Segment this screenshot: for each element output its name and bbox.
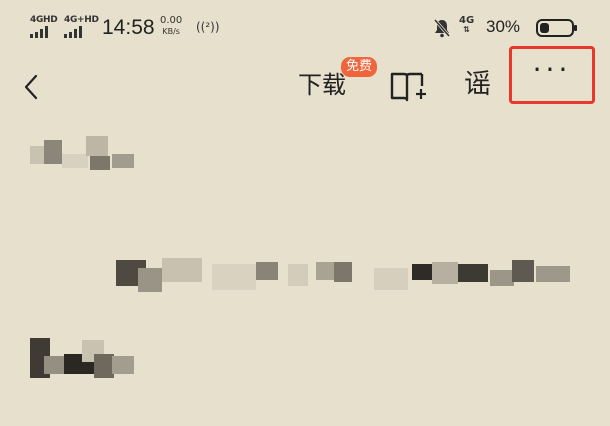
download-button[interactable]: 下载: [298, 68, 346, 102]
add-to-bookshelf-button[interactable]: [388, 68, 428, 108]
chevron-left-icon: [24, 74, 38, 100]
mobile-data-indicator: 4G ⇅: [459, 15, 474, 34]
hotspot-icon: ((²)): [196, 20, 220, 34]
free-badge: 免费: [341, 57, 378, 77]
signal-bars-icon: [30, 26, 48, 38]
signal-bars-icon: [64, 26, 82, 38]
more-options-button[interactable]: ···: [509, 46, 595, 104]
sim2-signal: 4G+HD: [64, 16, 99, 38]
status-time: 14:58: [102, 16, 155, 39]
net-speed-value: 0.00: [160, 15, 183, 26]
battery-percent: 30%: [486, 17, 521, 36]
sim2-label: 4G+HD: [64, 15, 99, 25]
rumor-check-button[interactable]: 谣: [464, 66, 491, 104]
obscured-text-line-1: [30, 136, 140, 176]
article-content: [0, 120, 610, 426]
obscured-text-line-2: [116, 248, 576, 296]
book-add-icon: [390, 72, 426, 102]
data-arrows-icon: ⇅: [463, 25, 470, 34]
net-speed: 0.00 KB/s: [160, 16, 182, 37]
battery-icon: [536, 19, 578, 41]
back-button[interactable]: [18, 70, 48, 104]
obscured-text-line-3: [30, 334, 140, 380]
more-icon: ···: [532, 53, 572, 86]
net-speed-unit: KB/s: [162, 27, 180, 36]
reader-toolbar: 下载 免费 谣 ···: [0, 46, 610, 116]
bell-muted-icon: [433, 18, 451, 42]
sim1-signal: 4GHD: [30, 15, 58, 38]
sim1-label: 4GHD: [30, 15, 58, 25]
